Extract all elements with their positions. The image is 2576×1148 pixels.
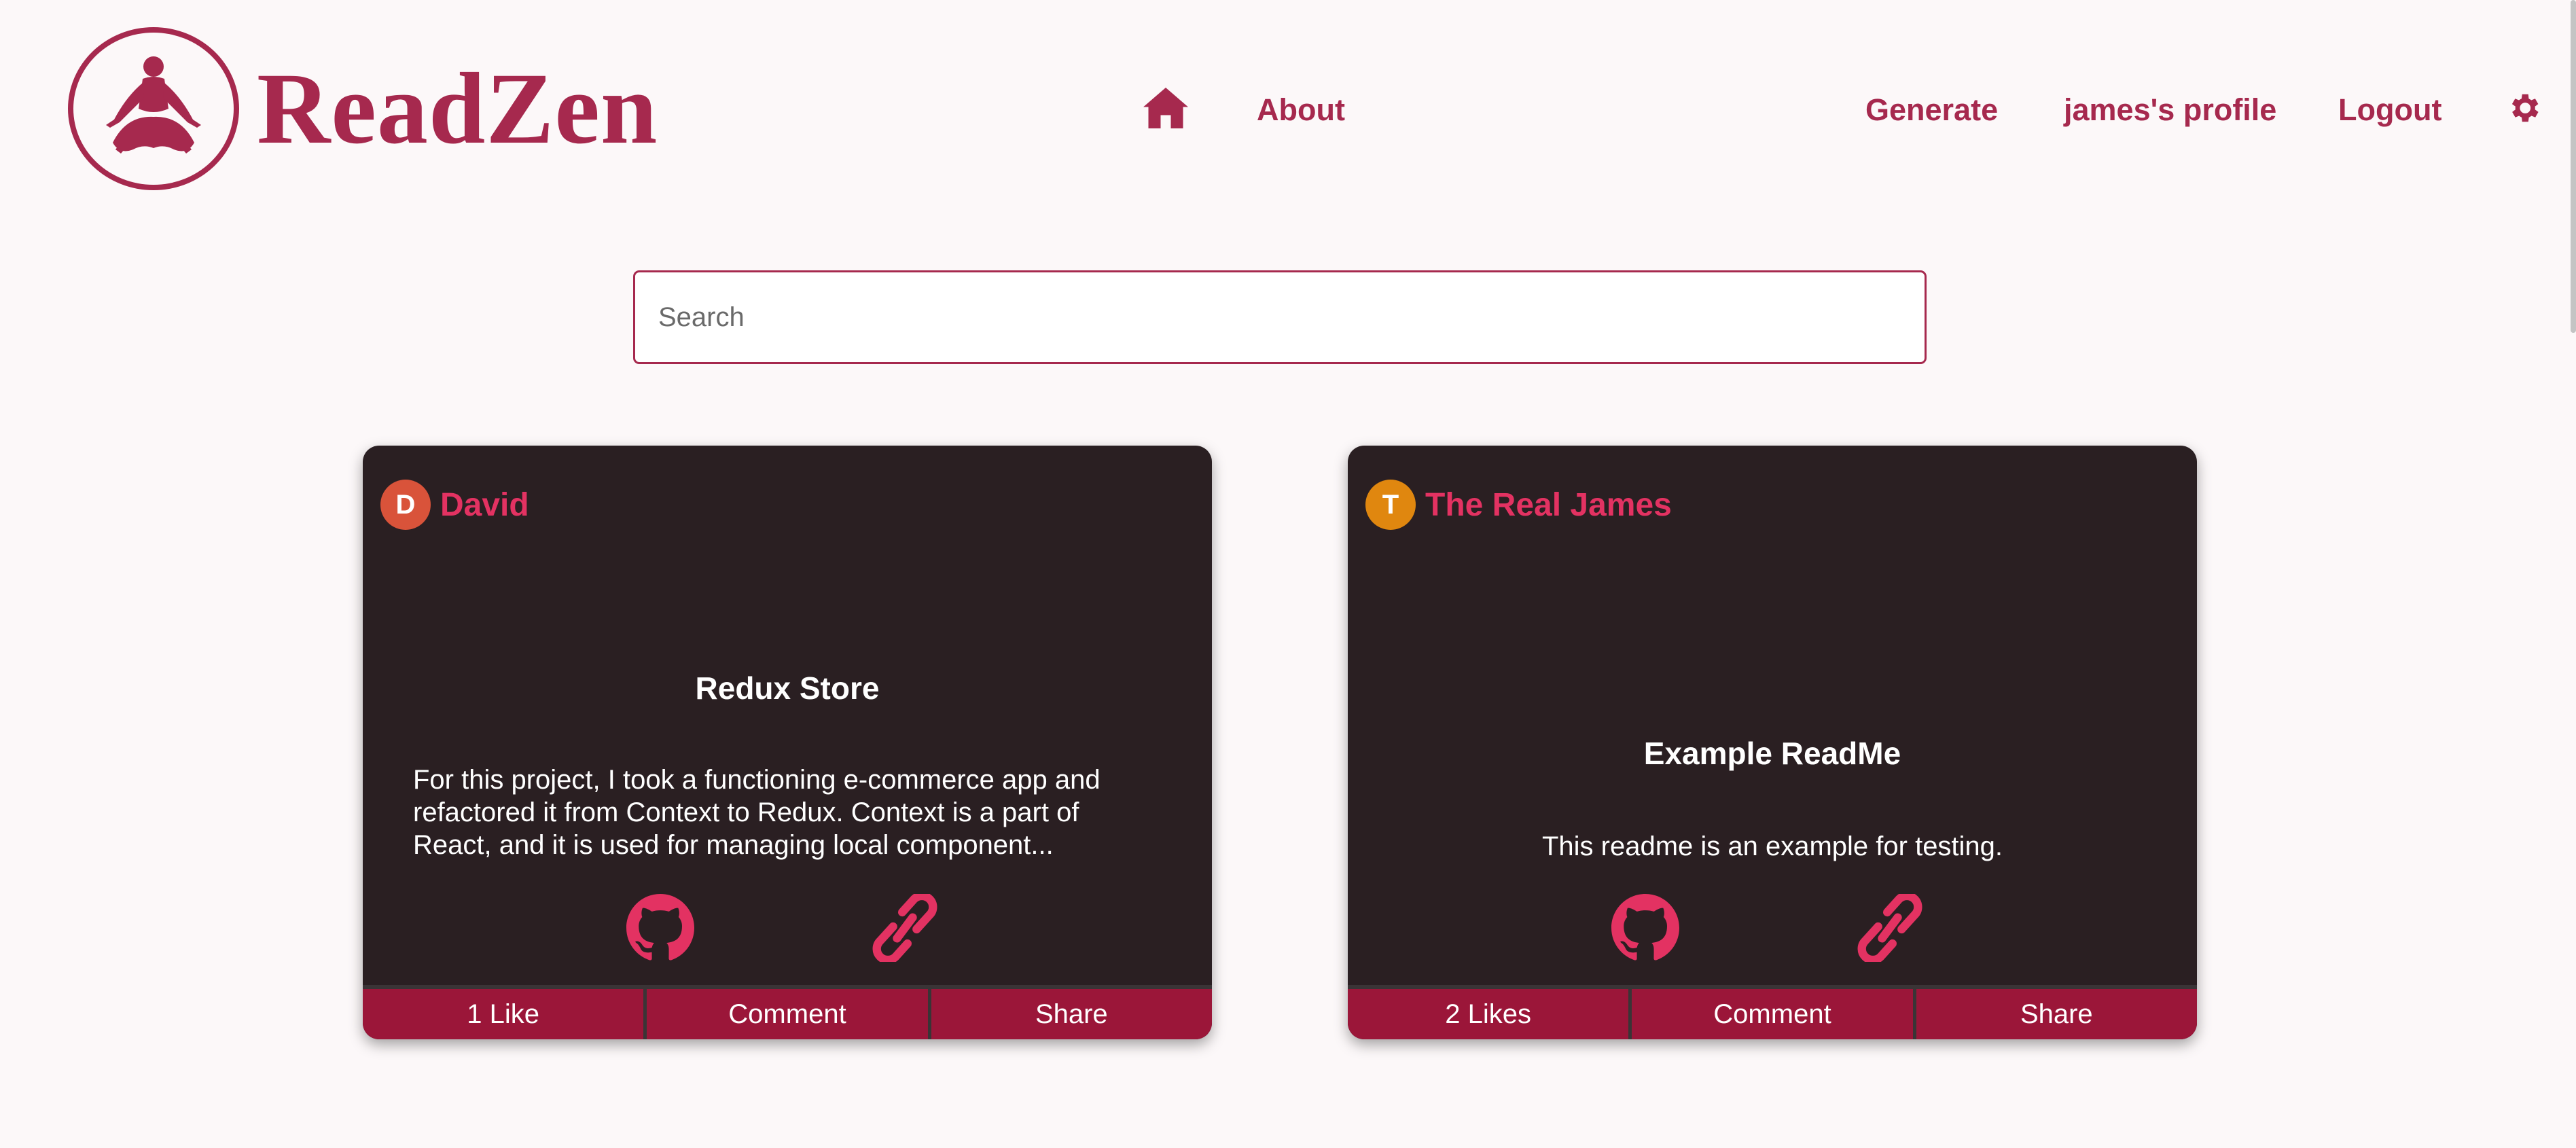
card-actions: 2 Likes Comment Share xyxy=(1348,985,2197,1039)
card-links xyxy=(1348,891,2197,965)
nav-logout[interactable]: Logout xyxy=(2338,90,2441,130)
like-button[interactable]: 1 Like xyxy=(363,989,647,1039)
avatar: T xyxy=(1365,480,1416,530)
like-button[interactable]: 2 Likes xyxy=(1348,989,1632,1039)
search-box xyxy=(633,270,1927,364)
avatar: D xyxy=(380,480,431,530)
comment-button[interactable]: Comment xyxy=(647,989,931,1039)
card-author[interactable]: T The Real James xyxy=(1365,480,1672,530)
share-button[interactable]: Share xyxy=(1916,989,2197,1039)
logo[interactable]: ReadZen xyxy=(68,27,658,190)
card-author[interactable]: D David xyxy=(380,480,529,530)
nav-generate[interactable]: Generate xyxy=(1865,90,1998,130)
author-name: David xyxy=(440,486,529,523)
gear-icon[interactable] xyxy=(2505,90,2542,130)
scrollbar[interactable] xyxy=(2571,0,2576,333)
github-icon[interactable] xyxy=(626,894,694,965)
nav-about[interactable]: About xyxy=(1257,90,1345,130)
github-icon[interactable] xyxy=(1611,894,1679,965)
search-input[interactable] xyxy=(635,272,1925,362)
share-button[interactable]: Share xyxy=(931,989,1212,1039)
home-icon[interactable] xyxy=(1141,86,1190,134)
card-links xyxy=(363,891,1212,965)
nav-profile[interactable]: james's profile xyxy=(2064,90,2276,130)
card-actions: 1 Like Comment Share xyxy=(363,985,1212,1039)
card-title: Example ReadMe xyxy=(1643,736,1901,771)
readme-card: D David Redux Store For this project, I … xyxy=(363,446,1212,1039)
card-title: Redux Store xyxy=(695,670,880,706)
meditation-logo-icon xyxy=(68,27,239,190)
card-description: For this project, I took a functioning e… xyxy=(413,765,1101,860)
author-name: The Real James xyxy=(1425,486,1672,523)
readme-card: T The Real James Example ReadMe This rea… xyxy=(1348,446,2197,1039)
page: ReadZen About Generate james's profile L… xyxy=(0,0,2576,1148)
brand-name: ReadZen xyxy=(257,52,658,165)
link-icon[interactable] xyxy=(863,891,947,965)
comment-button[interactable]: Comment xyxy=(1632,989,1916,1039)
header: ReadZen About Generate james's profile L… xyxy=(0,0,2576,224)
card-description: This readme is an example for testing. xyxy=(1541,831,2003,861)
link-icon[interactable] xyxy=(1848,891,1932,965)
